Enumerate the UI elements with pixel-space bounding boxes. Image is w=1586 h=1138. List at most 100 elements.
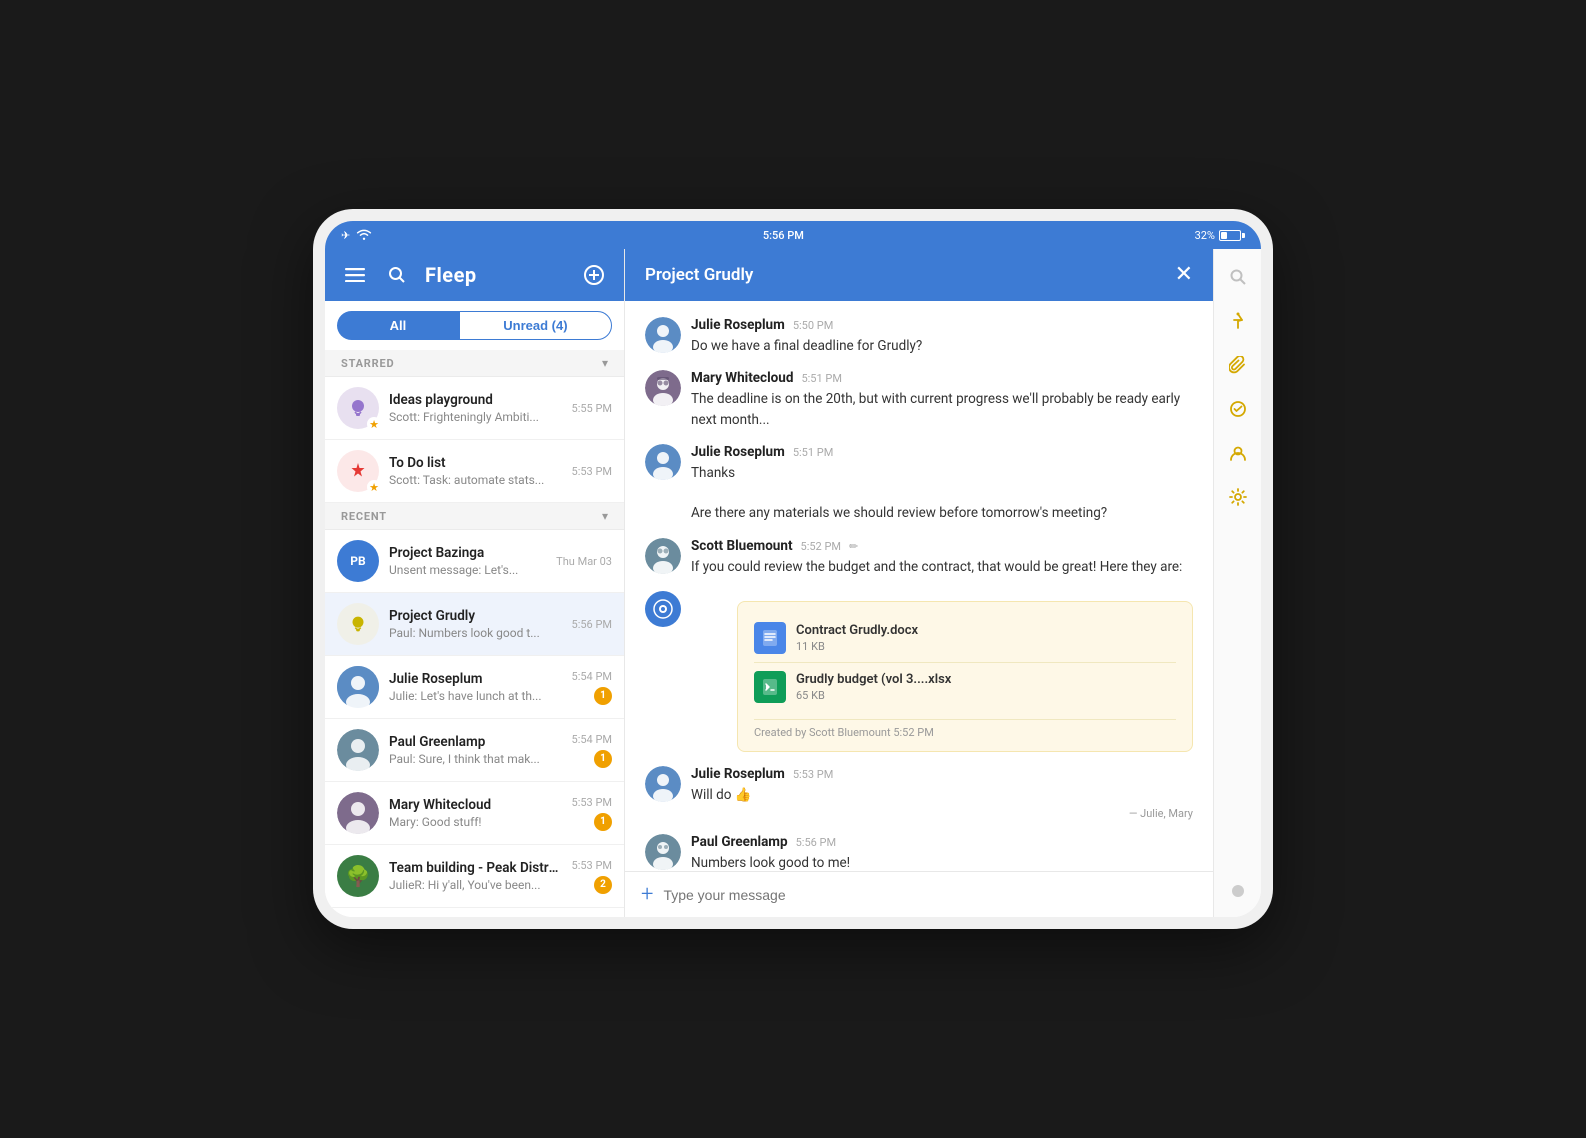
chat-title: Project Grudly [645,265,753,285]
msg-text-1: The deadline is on the 20th, but with cu… [691,389,1193,430]
msg-body-0: Julie Roseplum 5:50 PM Do we have a fina… [691,317,1193,356]
conv-avatar-todo: ★ [337,450,379,492]
chat-close-button[interactable]: ✕ [1175,264,1193,286]
conv-meta-ideas: 5:55 PM [572,402,612,415]
conv-name-team: Team building - Peak District [389,860,562,876]
conv-item-bazinga[interactable]: PB Project Bazinga Unsent message: Let's… [325,530,624,593]
sidebar-header-left: Fleep [341,261,477,289]
conv-preview-ideas: Scott: Frighteningly Ambiti... [389,410,562,424]
pin-tool-button[interactable] [1220,303,1256,339]
filter-tabs: All Unread (4) [325,301,624,350]
msg-header-1: Mary Whitecloud 5:51 PM [691,370,1193,386]
file-created-label: Created by Scott Bluemount 5:52 PM [754,719,1176,739]
conv-info-ideas: Ideas playground Scott: Frighteningly Am… [389,392,562,424]
msg-text-4: Will do 👍 [691,785,1193,805]
conv-name-grudly: Project Grudly [389,608,562,624]
conv-item-mary[interactable]: Mary Whitecloud Mary: Good stuff! 5:53 P… [325,782,624,845]
msg-header-0: Julie Roseplum 5:50 PM [691,317,1193,333]
msg-time-0: 5:50 PM [793,319,833,332]
conv-item-todo[interactable]: ★ To Do list Scott: Task: automate stats… [325,440,624,503]
msg-header-3: Scott Bluemount 5:52 PM ✏ [691,538,1193,554]
file-attachment-area: Contract Grudly.docx 11 KB [737,601,1193,752]
filter-unread-button[interactable]: Unread (4) [459,311,612,340]
conv-avatar-ideas: ★ [337,387,379,429]
chat-input-area: + [625,871,1213,917]
conv-item-grudly[interactable]: Project Grudly Paul: Numbers look good t… [325,593,624,656]
conv-meta-grudly: 5:56 PM [572,618,612,631]
conv-info-paul: Paul Greenlamp Paul: Sure, I think that … [389,734,562,766]
conv-time-julie: 5:54 PM [572,670,612,683]
recent-section-header[interactable]: RECENT ▾ [325,503,624,530]
conv-info-mary: Mary Whitecloud Mary: Good stuff! [389,797,562,829]
status-bar: ✈ 5:56 PM 32% [325,221,1261,249]
message-5: Paul Greenlamp 5:56 PM Numbers look good… [645,834,1193,871]
xlsx-icon [754,671,786,703]
msg-text-0: Do we have a final deadline for Grudly? [691,336,1193,356]
file-item-contract[interactable]: Contract Grudly.docx 11 KB [754,614,1176,662]
sidebar-header: Fleep [325,249,624,301]
conv-item-ideas-playground[interactable]: ★ Ideas playground Scott: Frighteningly … [325,377,624,440]
msg-body-5: Paul Greenlamp 5:56 PM Numbers look good… [691,834,1193,871]
msg-body-1: Mary Whitecloud 5:51 PM The deadline is … [691,370,1193,430]
conv-info-todo: To Do list Scott: Task: automate stats..… [389,455,562,487]
thumbs-up-reaction: 👍 [735,787,752,803]
file-item-budget[interactable]: Grudly budget (vol 3....xlsx 65 KB [754,662,1176,711]
file-size-contract: 11 KB [796,640,918,653]
msg-text-3: If you could review the budget and the c… [691,557,1193,577]
add-attachment-button[interactable]: + [641,882,653,907]
conv-item-julie[interactable]: Julie Roseplum Julie: Let's have lunch a… [325,656,624,719]
message-2: Julie Roseplum 5:51 PM ThanksAre there a… [645,444,1193,524]
file-name-budget: Grudly budget (vol 3....xlsx [796,672,951,687]
msg-sender-4: Julie Roseplum [691,766,785,782]
message-0: Julie Roseplum 5:50 PM Do we have a fina… [645,317,1193,356]
file-message: Contract Grudly.docx 11 KB [645,591,1193,752]
msg-body-3: Scott Bluemount 5:52 PM ✏ If you could r… [691,538,1193,577]
message-4: Julie Roseplum 5:53 PM Will do 👍 — Julie… [645,766,1193,820]
conv-preview-paul: Paul: Sure, I think that mak... [389,752,562,766]
conv-meta-mary: 5:53 PM 1 [572,796,612,831]
conv-item-paul[interactable]: Paul Greenlamp Paul: Sure, I think that … [325,719,624,782]
msg-text-2: ThanksAre there any materials we should … [691,463,1193,524]
message-3: Scott Bluemount 5:52 PM ✏ If you could r… [645,538,1193,577]
msg-sender-0: Julie Roseplum [691,317,785,333]
app-logo: Fleep [425,263,477,287]
msg-header-2: Julie Roseplum 5:51 PM [691,444,1193,460]
msg-avatar-2 [645,444,681,480]
settings-tool-button[interactable] [1220,479,1256,515]
msg-sender-5: Paul Greenlamp [691,834,788,850]
starred-chevron-icon: ▾ [602,356,608,370]
hamburger-menu-button[interactable] [341,261,369,289]
msg-avatar-3 [645,538,681,574]
edit-icon[interactable]: ✏ [849,540,858,553]
star-overlay: ★ [367,417,381,431]
conv-info-team: Team building - Peak District JulieR: Hi… [389,860,562,892]
conv-info-bazinga: Project Bazinga Unsent message: Let's... [389,545,546,577]
message-input[interactable] [663,887,1197,903]
unread-badge-team: 2 [594,876,612,894]
msg-avatar-4 [645,766,681,802]
file-name-contract: Contract Grudly.docx [796,623,918,638]
status-bar-time: 5:56 PM [763,229,804,242]
members-tool-button[interactable] [1220,435,1256,471]
attachment-tool-button[interactable] [1220,347,1256,383]
chat-area: Project Grudly ✕ [625,249,1213,917]
filter-all-button[interactable]: All [337,311,459,340]
tasks-tool-button[interactable] [1220,391,1256,427]
new-conversation-button[interactable] [580,261,608,289]
sidebar: Fleep All Unread (4) [325,249,625,917]
conv-item-team-building[interactable]: 🌳 Team building - Peak District JulieR: … [325,845,624,908]
search-tool-button[interactable] [1220,259,1256,295]
msg-header-4: Julie Roseplum 5:53 PM [691,766,1193,782]
search-button[interactable] [383,261,411,289]
starred-section-title: STARRED [341,357,394,370]
file-info-budget: Grudly budget (vol 3....xlsx 65 KB [796,672,951,702]
star-overlay-todo: ★ [367,480,381,494]
file-info-contract: Contract Grudly.docx 11 KB [796,623,918,653]
conv-preview-bazinga: Unsent message: Let's... [389,563,546,577]
right-toolbar [1213,249,1261,917]
chat-messages: Julie Roseplum 5:50 PM Do we have a fina… [625,301,1213,871]
msg-body-2: Julie Roseplum 5:51 PM ThanksAre there a… [691,444,1193,524]
starred-section-header[interactable]: STARRED ▾ [325,350,624,377]
conv-time-mary: 5:53 PM [572,796,612,809]
conv-meta-bazinga: Thu Mar 03 [556,555,612,568]
